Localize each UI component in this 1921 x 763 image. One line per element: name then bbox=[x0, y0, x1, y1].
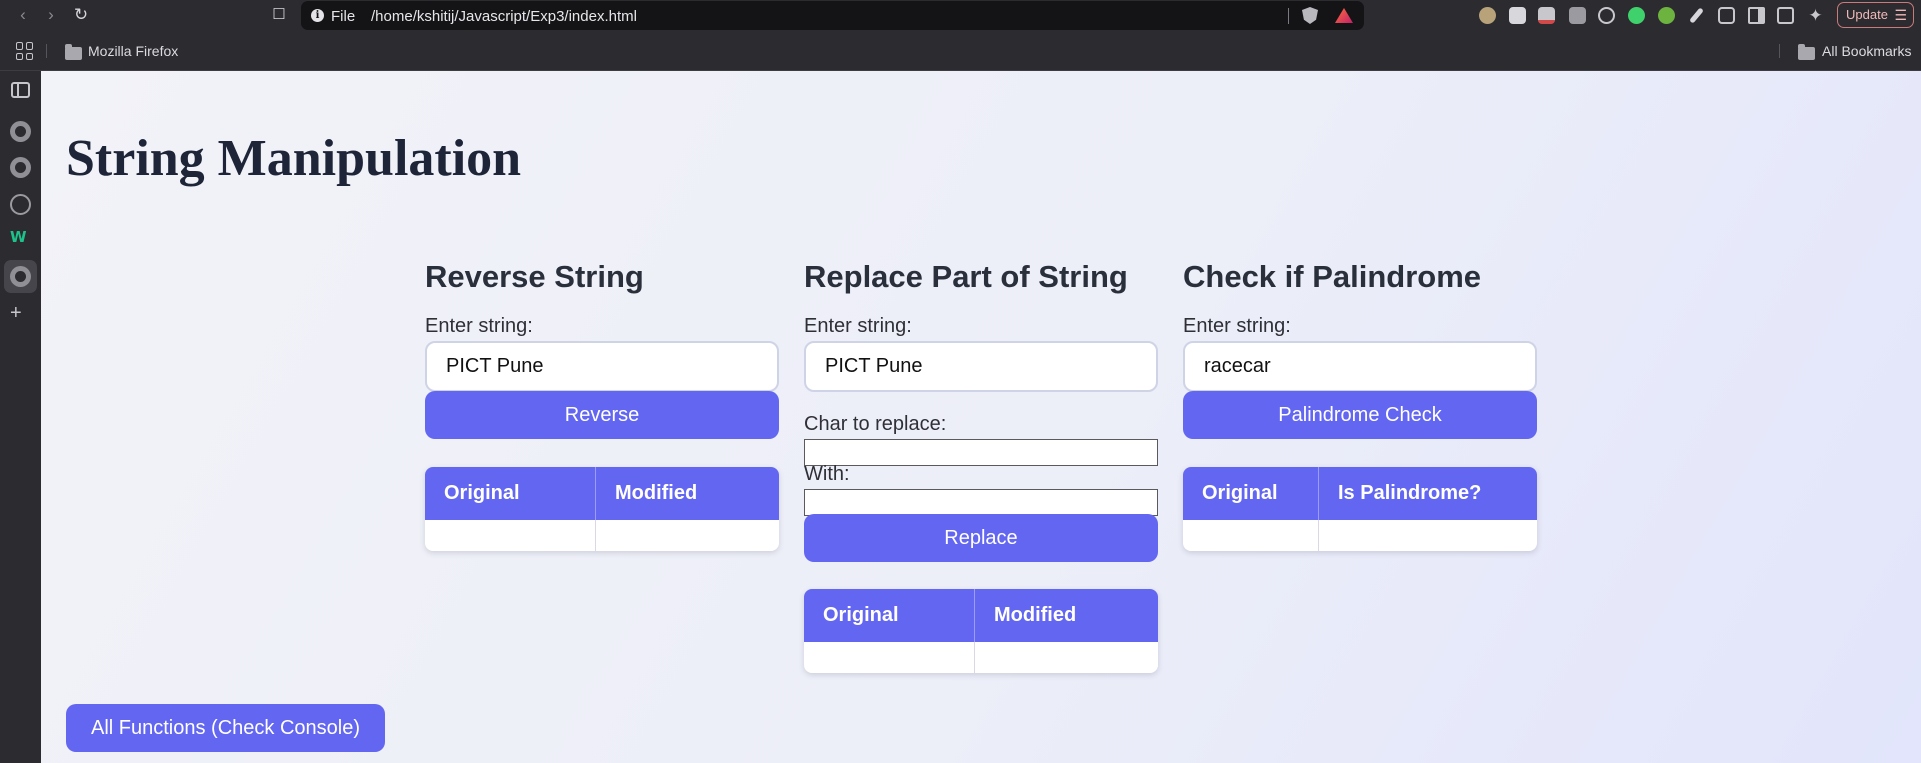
table-header: Is Palindrome? bbox=[1338, 482, 1482, 504]
w-app-icon[interactable]: W bbox=[10, 228, 27, 246]
openai-icon[interactable] bbox=[10, 194, 31, 215]
palindrome-check-button[interactable]: Palindrome Check bbox=[1183, 391, 1537, 439]
replace-section: Replace Part of String Enter string: PIC… bbox=[804, 259, 1158, 673]
table-cell bbox=[1319, 520, 1537, 551]
section-heading: Check if Palindrome bbox=[1183, 259, 1482, 294]
extension-icon[interactable] bbox=[1538, 7, 1555, 24]
sparkle-icon[interactable]: ✦ bbox=[1807, 7, 1824, 24]
divider bbox=[46, 44, 47, 58]
char-to-replace-input[interactable] bbox=[804, 439, 1158, 466]
table-header: Original bbox=[425, 467, 596, 520]
info-icon[interactable]: i bbox=[311, 9, 324, 22]
reverse-button[interactable]: Reverse bbox=[425, 391, 779, 439]
react-icon[interactable] bbox=[1598, 7, 1615, 24]
url-text[interactable]: /home/kshitij/Javascript/Exp3/index.html bbox=[371, 8, 637, 25]
section-heading: Reverse String bbox=[425, 259, 644, 294]
globe-icon[interactable] bbox=[10, 157, 31, 178]
table-cell bbox=[975, 642, 1158, 673]
replace-result-table: Original Modified bbox=[804, 589, 1158, 673]
table-cell bbox=[804, 642, 975, 673]
sidebar-toggle-icon[interactable] bbox=[1748, 7, 1765, 24]
divider bbox=[1288, 8, 1289, 24]
url-scheme: File bbox=[331, 8, 356, 25]
char-to-replace-label: Char to replace: bbox=[804, 413, 947, 435]
table-cell bbox=[425, 520, 596, 551]
brave-shield-icon[interactable] bbox=[1302, 7, 1318, 24]
reload-icon[interactable]: ↻ bbox=[70, 4, 92, 26]
page-viewport: String Manipulation Reverse String Enter… bbox=[41, 71, 1921, 763]
forward-icon[interactable]: › bbox=[40, 4, 62, 26]
table-row bbox=[804, 642, 1158, 673]
replace-string-input[interactable]: PICT Pune bbox=[804, 341, 1158, 392]
browser-toolbar: ‹ › ↻ ☐ i File /home/kshitij/Javascript/… bbox=[0, 0, 1921, 31]
table-header: Modified bbox=[615, 482, 698, 504]
table-row bbox=[1183, 520, 1537, 551]
update-label: Update bbox=[1846, 7, 1888, 22]
table-header: Original bbox=[1183, 467, 1319, 520]
input-label: Enter string: bbox=[425, 315, 533, 337]
with-label: With: bbox=[804, 463, 850, 485]
reverse-string-input[interactable]: PICT Pune bbox=[425, 341, 779, 392]
sidebar-panel-icon[interactable] bbox=[11, 82, 30, 98]
folder-icon bbox=[1798, 44, 1815, 60]
section-heading: Replace Part of String bbox=[804, 259, 1128, 294]
palindrome-section: Check if Palindrome Enter string: raceca… bbox=[1183, 259, 1537, 551]
page-title: String Manipulation bbox=[66, 130, 522, 187]
folder-icon bbox=[65, 44, 82, 60]
palindrome-result-table: Original Is Palindrome? bbox=[1183, 467, 1537, 551]
table-row bbox=[425, 520, 779, 551]
bookmark-icon[interactable]: ☐ bbox=[268, 4, 290, 26]
plus-circle-icon[interactable] bbox=[1658, 7, 1675, 24]
reverse-section: Reverse String Enter string: PICT Pune R… bbox=[425, 259, 779, 551]
divider bbox=[1779, 44, 1780, 58]
pen-icon[interactable] bbox=[1689, 7, 1704, 24]
bookmark-folder-mozilla-firefox[interactable]: Mozilla Firefox bbox=[88, 43, 178, 59]
bookmarks-bar: Mozilla Firefox All Bookmarks bbox=[0, 31, 1921, 71]
cursor-icon[interactable] bbox=[1628, 7, 1645, 24]
all-functions-button[interactable]: All Functions (Check Console) bbox=[66, 704, 385, 752]
wallet-icon[interactable] bbox=[1777, 7, 1794, 24]
back-icon[interactable]: ‹ bbox=[12, 4, 34, 26]
table-cell bbox=[596, 520, 779, 551]
menu-icon: ☰ bbox=[1894, 7, 1907, 23]
address-bar[interactable]: i File /home/kshitij/Javascript/Exp3/ind… bbox=[301, 1, 1364, 30]
table-header: Original bbox=[804, 589, 975, 642]
palindrome-string-input[interactable]: racecar bbox=[1183, 341, 1537, 392]
globe-icon[interactable] bbox=[10, 266, 31, 287]
globe-icon[interactable] bbox=[10, 121, 31, 142]
table-header: Modified bbox=[994, 604, 1077, 626]
update-button[interactable]: Update ☰ bbox=[1837, 2, 1914, 28]
brave-rewards-icon[interactable] bbox=[1335, 8, 1353, 23]
table-cell bbox=[1183, 520, 1319, 551]
extension-icon[interactable] bbox=[1509, 7, 1526, 24]
replace-button[interactable]: Replace bbox=[804, 514, 1158, 562]
replace-with-input[interactable] bbox=[804, 489, 1158, 516]
all-bookmarks[interactable]: All Bookmarks bbox=[1822, 43, 1911, 59]
input-label: Enter string: bbox=[804, 315, 912, 337]
extension-icon[interactable] bbox=[1569, 7, 1586, 24]
input-label: Enter string: bbox=[1183, 315, 1291, 337]
extension-icon[interactable] bbox=[1479, 7, 1496, 24]
browser-sidebar: W + bbox=[0, 71, 41, 763]
add-icon[interactable]: + bbox=[10, 302, 22, 325]
puzzle-icon[interactable] bbox=[1718, 7, 1735, 24]
reverse-result-table: Original Modified bbox=[425, 467, 779, 551]
apps-grid-icon[interactable] bbox=[16, 42, 34, 60]
